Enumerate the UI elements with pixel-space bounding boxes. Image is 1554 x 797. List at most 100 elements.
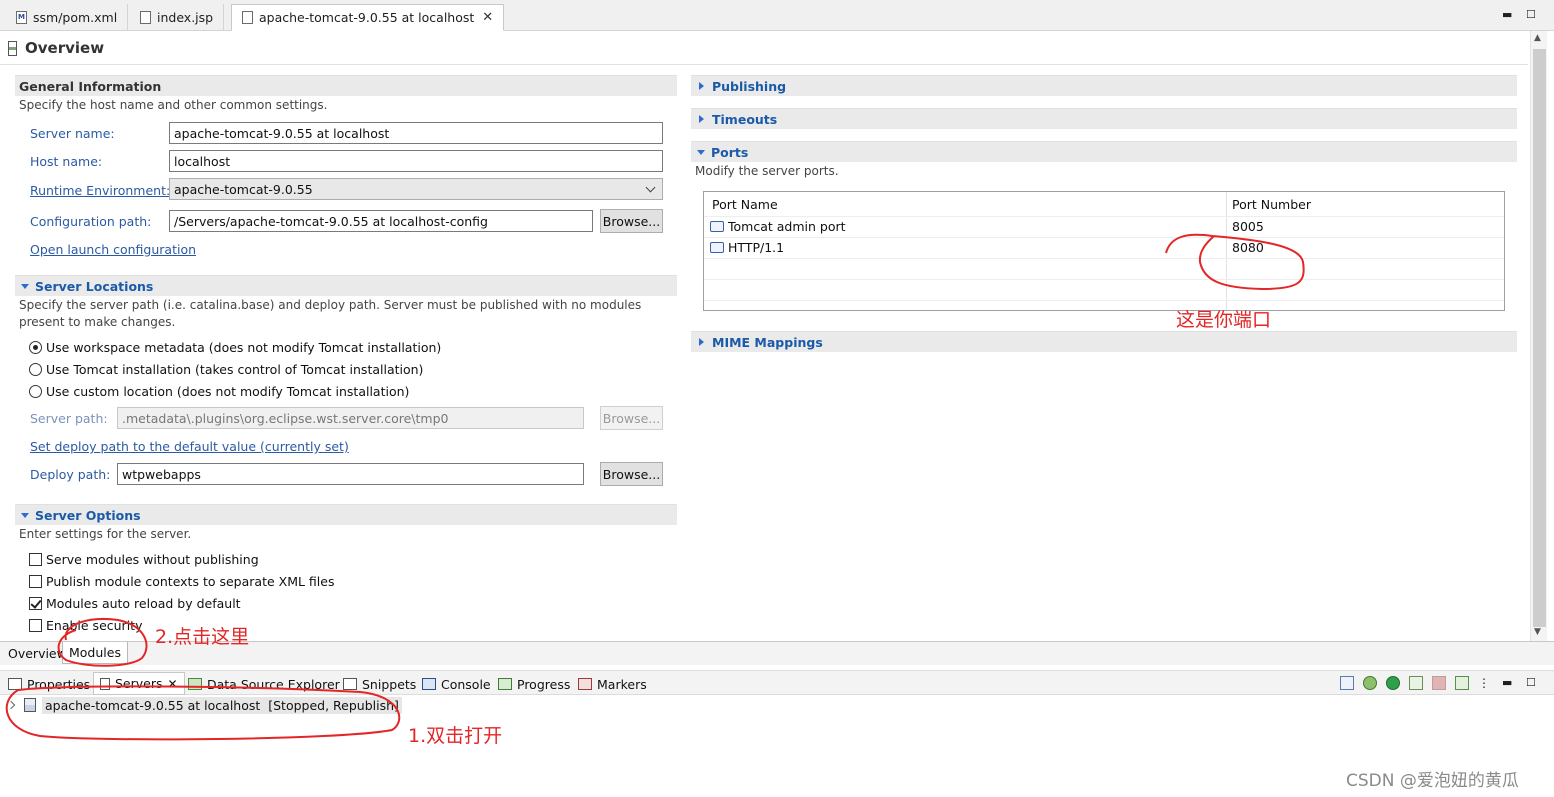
editor-tab-bar: M ssm/pom.xml index.jsp apache-tomcat-9.… [0, 0, 1554, 31]
radio-label: Use workspace metadata (does not modify … [46, 340, 442, 355]
server-name-input[interactable]: apache-tomcat-9.0.55 at localhost [169, 122, 663, 144]
chevron-right-icon[interactable] [6, 700, 16, 710]
collapse-all-icon[interactable] [1340, 676, 1354, 690]
set-deploy-path-link[interactable]: Set deploy path to the default value (cu… [30, 439, 349, 454]
section-title: Server Locations [35, 278, 154, 294]
port-number-cell[interactable]: 8005 [1232, 219, 1264, 234]
tab-label: Progress [517, 676, 571, 692]
section-server-locations[interactable]: Server Locations [15, 275, 677, 296]
watermark: CSDN @爱泡妞的黄瓜 [1346, 771, 1519, 791]
server-editor-icon [8, 40, 17, 56]
section-description: Specify the server path (i.e. catalina.b… [19, 298, 642, 329]
browse-config-button[interactable]: Browse... [600, 209, 663, 233]
row-divider [704, 279, 1504, 280]
section-title: General Information [19, 78, 162, 94]
radio-icon [29, 363, 42, 376]
editor-tab-server[interactable]: apache-tomcat-9.0.55 at localhost ✕ [231, 4, 505, 31]
minimize-icon[interactable]: ▬ [1502, 676, 1516, 690]
editor-tab-label: ssm/pom.xml [33, 10, 118, 25]
runtime-environment-link[interactable]: Runtime Environment: [30, 183, 170, 198]
tab-snippets[interactable]: Snippets [343, 674, 416, 694]
tab-markers[interactable]: Markers [578, 674, 647, 694]
radio-label: Use custom location (does not modify Tom… [46, 384, 410, 399]
configuration-path-input[interactable]: /Servers/apache-tomcat-9.0.55 at localho… [169, 210, 593, 232]
scroll-down-icon[interactable]: ▼ [1534, 627, 1541, 637]
maximize-icon[interactable]: ☐ [1526, 8, 1536, 21]
checkbox-icon [29, 619, 42, 632]
editor-scrollbar[interactable]: ▲ ▼ [1530, 31, 1547, 641]
page-title: Overview [8, 35, 104, 61]
expand-icon [699, 338, 704, 346]
start-server-icon[interactable] [1386, 676, 1400, 690]
section-description: Modify the server ports. [695, 164, 839, 178]
column-header-port-number[interactable]: Port Number [1232, 197, 1311, 212]
section-description: Enter settings for the server. [19, 527, 192, 541]
radio-custom-location[interactable]: Use custom location (does not modify Tom… [29, 384, 409, 399]
jsp-file-icon [140, 11, 151, 24]
radio-tomcat-installation[interactable]: Use Tomcat installation (takes control o… [29, 362, 423, 377]
server-state: [Stopped, Republish] [268, 697, 399, 713]
tab-modules[interactable]: Modules [62, 642, 128, 664]
close-icon[interactable]: ✕ [168, 677, 178, 691]
runtime-environment-value: apache-tomcat-9.0.55 [174, 181, 313, 197]
port-name: HTTP/1.1 [728, 240, 785, 255]
checkbox-label: Serve modules without publishing [46, 552, 259, 567]
checkbox-auto-reload[interactable]: Modules auto reload by default [29, 596, 241, 611]
view-menu-icon[interactable]: ⋮ [1478, 676, 1490, 690]
row-divider [704, 216, 1504, 217]
browse-deploy-path-button[interactable]: Browse... [600, 462, 663, 486]
tab-data-source-explorer[interactable]: Data Source Explorer [188, 674, 340, 694]
checkbox-serve-without-publishing[interactable]: Serve modules without publishing [29, 552, 259, 567]
tab-label: Properties [27, 676, 91, 692]
tab-label: Data Source Explorer [207, 676, 340, 692]
tab-label: Snippets [362, 676, 417, 692]
close-icon[interactable]: ✕ [482, 10, 493, 25]
column-separator [1226, 192, 1227, 310]
deploy-path-label: Deploy path: [30, 467, 111, 482]
maximize-icon[interactable]: ☐ [1526, 676, 1540, 690]
annotation-port-note: 这是你端口 [1176, 309, 1272, 331]
table-row[interactable]: Tomcat admin port [710, 219, 846, 234]
tab-progress[interactable]: Progress [498, 674, 570, 694]
editor-tab-pom[interactable]: M ssm/pom.xml [6, 4, 129, 31]
section-ports[interactable]: Ports [691, 141, 1517, 162]
minimize-icon[interactable]: ▬ [1502, 8, 1512, 21]
scrollbar-thumb[interactable] [1533, 49, 1546, 627]
column-header-port-name[interactable]: Port Name [712, 197, 778, 212]
server-path-label: Server path: [30, 411, 108, 426]
tab-console[interactable]: Console [422, 674, 491, 694]
server-tree-item[interactable]: apache-tomcat-9.0.55 at localhost [Stopp… [6, 695, 402, 715]
publish-icon[interactable] [1455, 676, 1469, 690]
tab-properties[interactable]: Properties [8, 674, 90, 694]
section-general-information: General Information [15, 75, 677, 96]
section-mime-mappings[interactable]: MIME Mappings [691, 331, 1517, 352]
section-title: Server Options [35, 507, 141, 523]
scroll-up-icon[interactable]: ▲ [1534, 33, 1541, 43]
row-divider [704, 300, 1504, 301]
port-number-cell[interactable]: 8080 [1232, 240, 1264, 255]
section-publishing[interactable]: Publishing [691, 75, 1517, 96]
checkbox-label: Publish module contexts to separate XML … [46, 574, 335, 589]
tab-servers[interactable]: Servers ✕ [93, 672, 185, 695]
section-timeouts[interactable]: Timeouts [691, 108, 1517, 129]
radio-workspace-metadata[interactable]: Use workspace metadata (does not modify … [29, 340, 441, 355]
runtime-environment-select[interactable]: apache-tomcat-9.0.55 [169, 178, 663, 200]
table-row[interactable]: HTTP/1.1 [710, 240, 784, 255]
profile-server-icon[interactable] [1409, 676, 1423, 690]
page-title-text: Overview [25, 39, 105, 57]
ports-table: Port Name Port Number Tomcat admin port … [703, 191, 1505, 311]
tab-label: Servers [115, 676, 163, 691]
collapse-icon [697, 149, 705, 155]
console-icon [422, 678, 436, 690]
debug-server-icon[interactable] [1363, 676, 1377, 690]
checkbox-publish-contexts[interactable]: Publish module contexts to separate XML … [29, 574, 334, 589]
checkbox-enable-security[interactable]: Enable security [29, 618, 142, 633]
expand-icon [699, 115, 704, 123]
section-server-options[interactable]: Server Options [15, 504, 677, 525]
port-icon [710, 221, 724, 232]
checkbox-icon [29, 553, 42, 566]
open-launch-configuration-link[interactable]: Open launch configuration [30, 242, 196, 257]
host-name-input[interactable]: localhost [169, 150, 663, 172]
deploy-path-input[interactable]: wtpwebapps [117, 463, 584, 485]
editor-tab-index[interactable]: index.jsp [130, 4, 225, 31]
